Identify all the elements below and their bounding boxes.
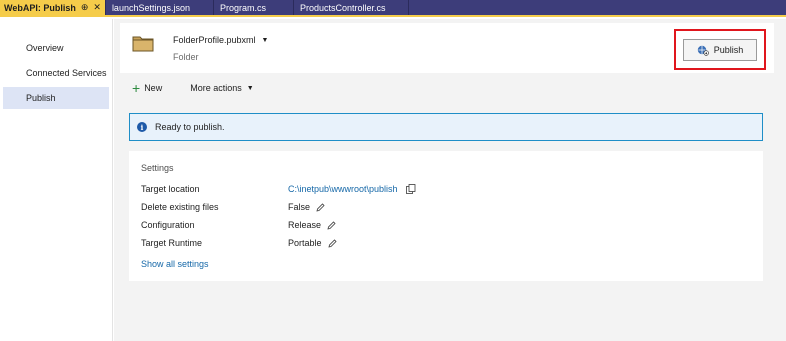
publish-button-label: Publish: [713, 45, 744, 55]
setting-value-text: False: [288, 202, 311, 212]
sidebar-item-overview[interactable]: Overview: [3, 37, 109, 59]
profile-type: Folder: [173, 52, 199, 62]
show-all-settings-link[interactable]: Show all settings: [141, 259, 209, 269]
settings-title: Settings: [141, 163, 174, 173]
setting-row-delete-existing-files: Delete existing files False: [141, 201, 325, 213]
profile-actions: + New More actions ▼: [132, 80, 254, 96]
sidebar-item-publish[interactable]: Publish: [3, 87, 109, 109]
info-icon: i: [137, 122, 147, 132]
copy-icon[interactable]: [405, 184, 416, 194]
setting-label: Delete existing files: [141, 202, 219, 212]
publish-button[interactable]: Publish: [683, 39, 757, 61]
tab-label: launchSettings.json: [111, 2, 190, 13]
chevron-down-icon: ▼: [246, 84, 254, 92]
pencil-icon[interactable]: [316, 202, 325, 212]
sidebar-item-label: Publish: [26, 93, 56, 103]
tab-label: WebAPI: Publish: [4, 2, 76, 13]
setting-label: Configuration: [141, 220, 195, 230]
setting-value: False: [288, 202, 325, 212]
folder-icon: [132, 36, 154, 52]
setting-label: Target location: [141, 184, 200, 194]
more-actions-label: More actions: [190, 83, 242, 93]
close-icon[interactable]: ✕: [93, 2, 101, 13]
tab-label: ProductsController.cs: [299, 2, 386, 13]
setting-label: Target Runtime: [141, 238, 203, 248]
target-location-link[interactable]: C:\inetpub\wwwroot\publish: [288, 184, 398, 194]
plus-icon: +: [132, 80, 141, 96]
setting-value-text: Portable: [288, 238, 322, 248]
sidebar-item-label: Overview: [26, 43, 64, 53]
chevron-down-icon: ▼: [261, 36, 269, 44]
publish-main-panel: FolderProfile.pubxml ▼ Folder Publish + …: [114, 19, 786, 341]
publish-globe-icon: [697, 45, 709, 56]
profile-card: FolderProfile.pubxml ▼ Folder Publish: [120, 23, 774, 73]
setting-row-target-location: Target location C:\inetpub\wwwroot\publi…: [141, 183, 416, 195]
profile-name: FolderProfile.pubxml: [173, 35, 256, 45]
setting-value: C:\inetpub\wwwroot\publish: [288, 184, 416, 194]
setting-value: Portable: [288, 238, 337, 248]
tab-productscontroller[interactable]: ProductsController.cs: [294, 0, 409, 15]
tab-launchsettings[interactable]: launchSettings.json: [106, 0, 214, 15]
pencil-icon[interactable]: [327, 238, 337, 248]
setting-value: Release: [288, 220, 336, 230]
status-message: Ready to publish.: [155, 122, 225, 132]
new-profile-button[interactable]: New: [144, 83, 162, 93]
status-info-bar: i Ready to publish.: [129, 113, 763, 141]
pin-icon[interactable]: ⊕: [81, 2, 89, 13]
pencil-icon[interactable]: [327, 220, 336, 230]
document-tab-strip: WebAPI: Publish ⊕ ✕ launchSettings.json …: [0, 0, 786, 17]
tab-webapi-publish[interactable]: WebAPI: Publish ⊕ ✕: [0, 0, 106, 15]
setting-value-text: Release: [288, 220, 322, 230]
sidebar-item-label: Connected Services: [26, 68, 107, 78]
settings-card: Settings Target location C:\inetpub\wwwr…: [129, 151, 763, 281]
tab-program[interactable]: Program.cs: [214, 0, 294, 15]
setting-row-configuration: Configuration Release: [141, 219, 336, 231]
setting-row-target-runtime: Target Runtime Portable: [141, 237, 337, 249]
more-actions-button[interactable]: More actions ▼: [190, 83, 253, 93]
sidebar: Overview Connected Services Publish: [0, 19, 113, 341]
sidebar-item-connected-services[interactable]: Connected Services: [3, 62, 109, 84]
tab-label: Program.cs: [219, 2, 266, 13]
profile-selector[interactable]: FolderProfile.pubxml ▼: [173, 35, 268, 45]
